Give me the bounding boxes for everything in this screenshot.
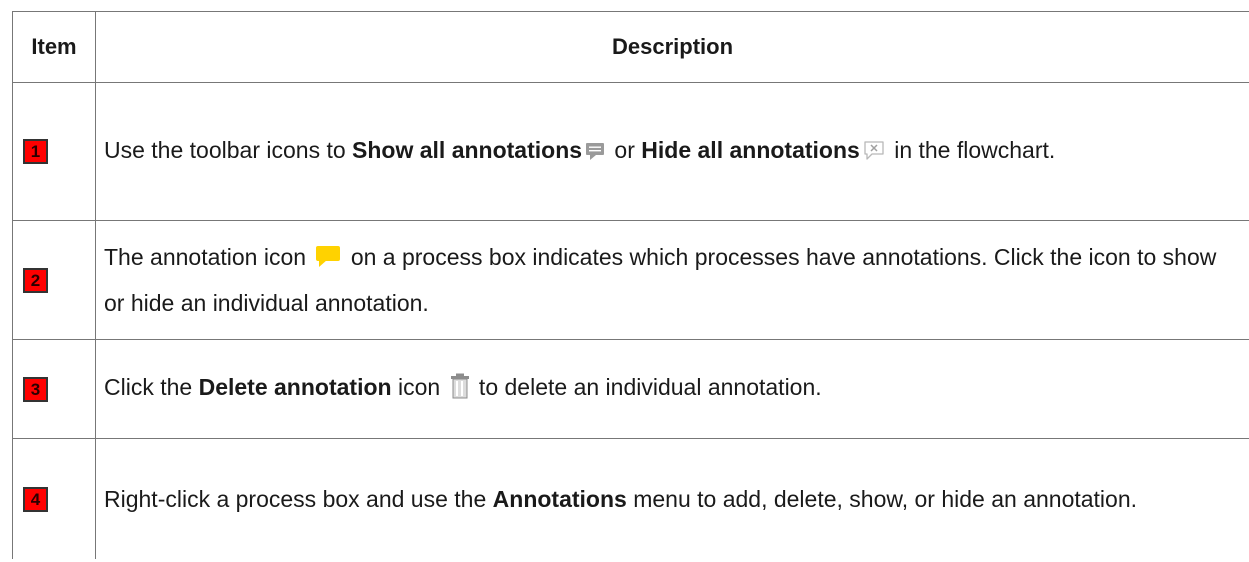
description-text: icon (391, 374, 447, 400)
description-cell: Right-click a process box and use the An… (95, 438, 1249, 559)
description-bold: Annotations (492, 486, 627, 512)
header-item: Item (12, 11, 96, 83)
description-cell: Use the toolbar icons to Show all annota… (95, 82, 1249, 221)
item-cell: 4 (12, 438, 96, 559)
table-header-row: Item Description (12, 11, 1249, 83)
description-text: Right-click a process box and use the (104, 486, 493, 512)
description-bold: Hide all annotations (641, 136, 860, 163)
item-cell: 3 (12, 339, 96, 439)
header-description: Description (95, 11, 1249, 83)
item-number-badge: 4 (23, 486, 48, 512)
annotation-icon (315, 240, 341, 282)
description-text: to delete an individual annotation. (472, 374, 822, 400)
item-cell: 2 (12, 220, 96, 340)
delete-annotation-icon (450, 370, 470, 412)
table-row: 1 Use the toolbar icons to Show all anno… (12, 82, 1249, 221)
table-row: 4 Right-click a process box and use the … (12, 438, 1249, 559)
hide-annotations-icon (863, 133, 885, 175)
description-cell: The annotation icon on a process box ind… (95, 220, 1249, 340)
description-bold: Delete annotation (198, 374, 392, 400)
item-number-badge: 3 (23, 376, 48, 402)
description-text: Click the (104, 374, 199, 400)
description-text: in the flowchart. (887, 136, 1056, 163)
description-text: The annotation icon (104, 244, 313, 270)
item-number-badge: 2 (23, 267, 48, 293)
description-bold: Show all annotations (352, 136, 583, 163)
item-cell: 1 (12, 82, 96, 221)
show-annotations-icon (585, 133, 605, 175)
table-row: 3 Click the Delete annotation icon to de… (12, 339, 1249, 439)
description-text: Use the toolbar icons to (104, 136, 353, 163)
item-number-badge: 1 (23, 139, 48, 164)
annotation-items-table: Item Description 1 Use the toolbar icons… (12, 11, 1249, 559)
description-text: or (608, 136, 642, 163)
description-text: menu to add, delete, show, or hide an an… (626, 486, 1138, 512)
table-row: 2 The annotation icon on a process box i… (12, 220, 1249, 340)
description-cell: Click the Delete annotation icon to dele… (95, 339, 1249, 439)
